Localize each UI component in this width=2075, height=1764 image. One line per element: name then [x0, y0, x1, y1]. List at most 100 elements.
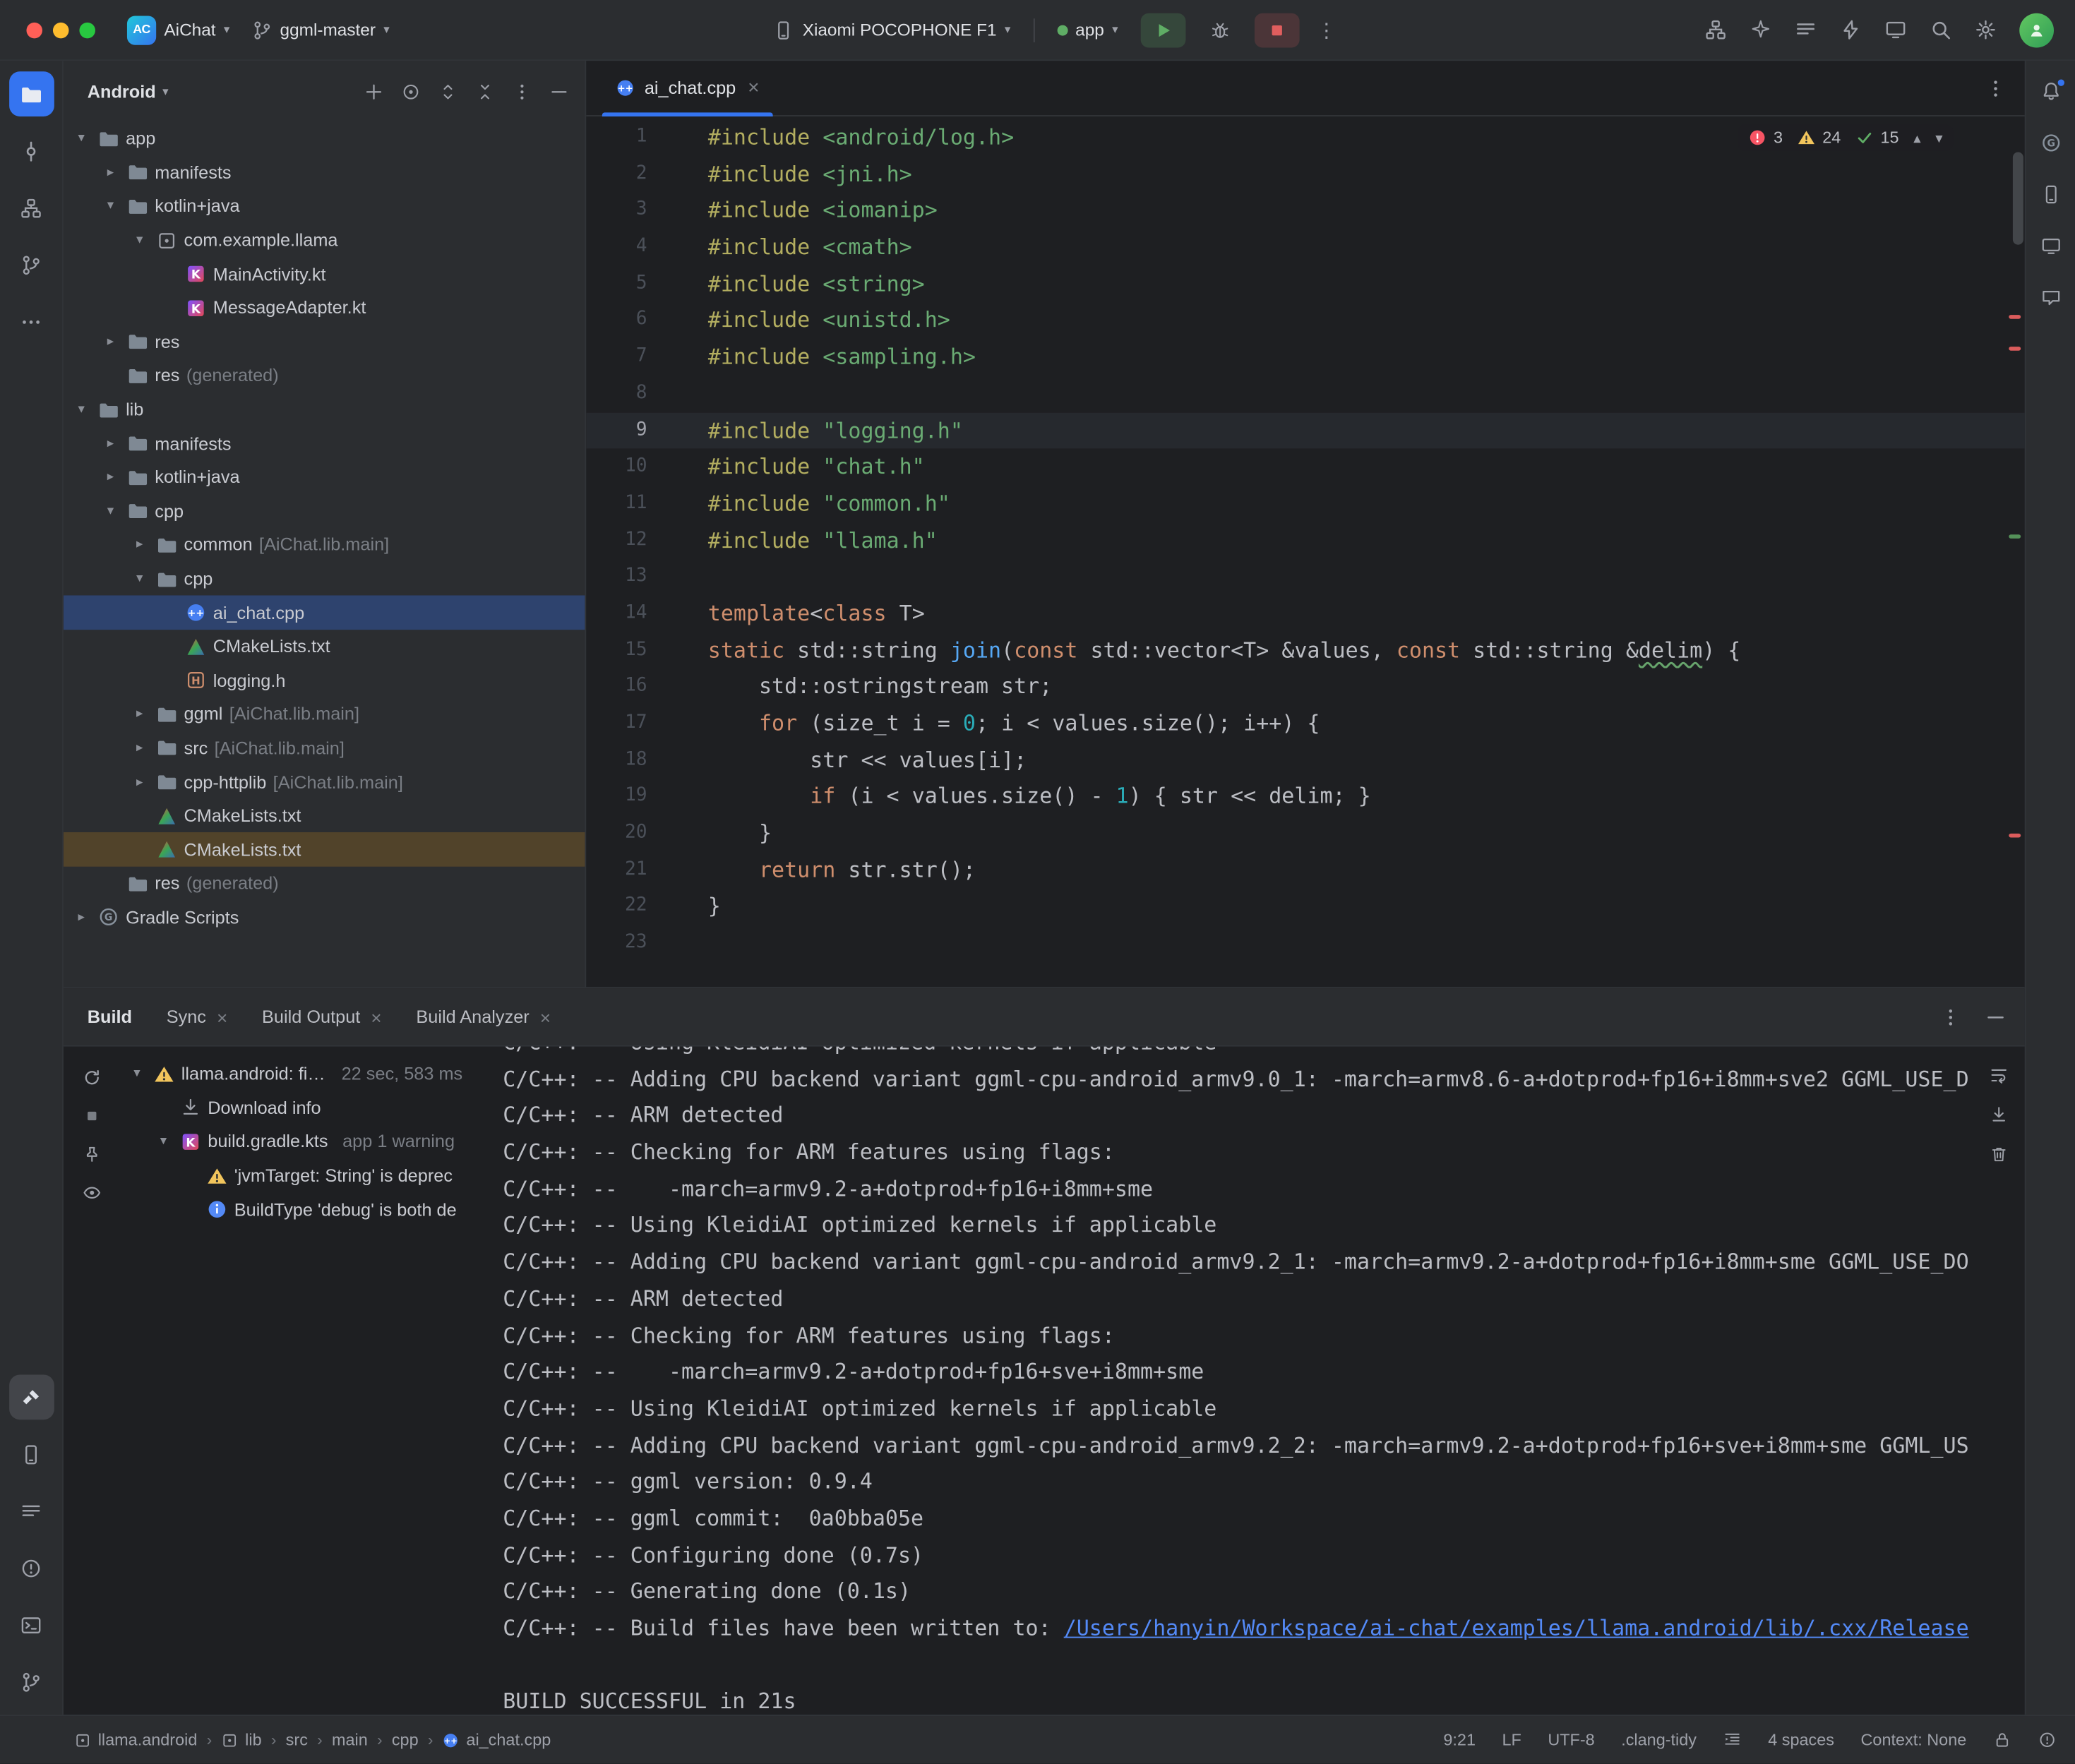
tree-item-manifests[interactable]: ▸manifests [64, 426, 585, 460]
logcat-button[interactable] [1795, 18, 1817, 41]
next-problem-button[interactable]: ▾ [1935, 129, 1942, 146]
tree-item-gradle-scripts[interactable]: ▸Gradle Scripts [64, 901, 585, 935]
chevron-down-icon[interactable]: ▾ [153, 1134, 173, 1149]
rerun-build-button[interactable] [81, 1068, 101, 1088]
indent-size[interactable]: 4 spaces [1768, 1731, 1834, 1749]
chevron-right-icon[interactable]: ▸ [130, 775, 150, 790]
chevron-down-icon[interactable]: ▾ [130, 572, 150, 587]
tree-item-cmakelists-txt[interactable]: CMakeLists.txt [64, 833, 585, 867]
panel-options-button[interactable] [512, 81, 532, 101]
chevron-down-icon[interactable]: ▾ [100, 504, 120, 519]
warning-count[interactable]: 24 [1798, 128, 1841, 147]
breadcrumb-llama-android[interactable]: llama.android [74, 1731, 197, 1749]
device-mirroring-button[interactable] [1884, 18, 1907, 41]
tab-build-output[interactable]: Build Output× [262, 1006, 382, 1027]
tree-item-lib[interactable]: ▾lib [64, 392, 585, 426]
indent-options-button[interactable] [1723, 1731, 1742, 1749]
chevron-right-icon[interactable]: ▸ [100, 436, 120, 451]
build-tree-item-download-info[interactable]: Download info [119, 1091, 490, 1125]
zoom-window-button[interactable] [79, 22, 95, 37]
code-style-config[interactable]: .clang-tidy [1621, 1731, 1697, 1749]
inspections-widget[interactable]: 3 24 15 ▴ ▾ [1738, 124, 1953, 150]
run-button[interactable] [1140, 13, 1185, 47]
tree-item-messageadapter-kt[interactable]: MessageAdapter.kt [64, 291, 585, 325]
editor-scrollbar[interactable] [2013, 152, 2023, 245]
project-tree[interactable]: ▾app▸manifests▾kotlin+java▾com.example.l… [64, 121, 585, 987]
notifications-button[interactable] [2038, 1731, 2057, 1749]
build-options-button[interactable] [1940, 1006, 1961, 1027]
locate-file-button[interactable] [401, 81, 421, 101]
tree-item-manifests[interactable]: ▸manifests [64, 155, 585, 189]
chevron-right-icon[interactable]: ▸ [100, 335, 120, 349]
stop-button[interactable] [1255, 13, 1300, 47]
tree-item-ai-chat-cpp[interactable]: ai_chat.cpp [64, 596, 585, 630]
close-icon[interactable]: × [748, 77, 759, 100]
more-tool-windows-button[interactable] [8, 299, 54, 344]
breadcrumb-ai-chat-cpp[interactable]: ai_chat.cpp [443, 1731, 551, 1749]
build-tree-item-jvmtarget-string-is-deprec[interactable]: 'jvmTarget: String' is deprec [119, 1159, 490, 1193]
tree-item-kotlin-java[interactable]: ▾kotlin+java [64, 189, 585, 223]
tree-item-com-example-llama[interactable]: ▾com.example.llama [64, 223, 585, 257]
view-options-button[interactable] [81, 1183, 101, 1203]
project-view-selector[interactable]: Android [88, 81, 156, 101]
close-icon[interactable]: × [540, 1006, 551, 1027]
user-avatar[interactable] [2019, 13, 2054, 47]
tree-item-mainactivity-kt[interactable]: MainActivity.kt [64, 257, 585, 291]
lock-button[interactable] [1993, 1731, 2011, 1749]
breadcrumb-cpp[interactable]: cpp [392, 1731, 419, 1749]
clear-all-button[interactable] [1989, 1144, 2009, 1164]
notifications-button[interactable] [2031, 71, 2070, 111]
close-icon[interactable]: × [217, 1006, 227, 1027]
tree-item-res[interactable]: ▸res [64, 325, 585, 359]
cursor-position[interactable]: 9:21 [1443, 1731, 1476, 1749]
build-tree-item-llama-android-finished[interactable]: ▾llama.android: finished22 sec, 583 ms [119, 1057, 490, 1091]
line-separator[interactable]: LF [1502, 1731, 1521, 1749]
error-count[interactable]: 3 [1748, 128, 1783, 147]
build-console[interactable]: C/C++: -- Using KleidiAI optimized kerne… [490, 1047, 2025, 1715]
tree-item-cmakelists-txt[interactable]: CMakeLists.txt [64, 630, 585, 664]
chevron-down-icon[interactable]: ▾ [71, 402, 91, 417]
structure-button[interactable] [8, 185, 54, 230]
chevron-down-icon[interactable]: ▾ [130, 233, 150, 248]
problems-button[interactable] [8, 1545, 54, 1590]
chevron-right-icon[interactable]: ▸ [130, 741, 150, 756]
previous-problem-button[interactable]: ▴ [1913, 129, 1920, 146]
chevron-down-icon[interactable]: ▾ [127, 1067, 147, 1081]
code-editor[interactable]: 1#include <android/log.h>2#include <jni.… [586, 116, 2024, 987]
device-explorer-button[interactable] [8, 1432, 54, 1477]
commit-button[interactable] [8, 128, 54, 174]
editor-tab-ai-chat-cpp[interactable]: ai_chat.cpp × [599, 61, 775, 115]
tab-sync[interactable]: Sync× [167, 1006, 228, 1027]
file-encoding[interactable]: UTF-8 [1548, 1731, 1594, 1749]
passed-count[interactable]: 15 [1855, 128, 1899, 147]
stop-build-button[interactable] [81, 1106, 101, 1126]
build-tree-item-buildtype-debug-is-both-de[interactable]: BuildType 'debug' is both de [119, 1193, 490, 1227]
tab-build-analyzer[interactable]: Build Analyzer× [416, 1006, 551, 1027]
scroll-to-end-button[interactable] [1989, 1105, 2009, 1124]
chevron-right-icon[interactable]: ▸ [71, 910, 91, 925]
pin-tab-button[interactable] [81, 1144, 101, 1164]
minimize-window-button[interactable] [53, 22, 68, 37]
build-result-tree[interactable]: ▾llama.android: finished22 sec, 583 msDo… [119, 1047, 490, 1715]
collapse-all-button[interactable] [475, 81, 495, 101]
profiler-button[interactable] [1839, 18, 1862, 41]
chevron-right-icon[interactable]: ▸ [100, 165, 120, 180]
settings-button[interactable] [1975, 18, 1997, 41]
expand-all-button[interactable] [438, 81, 458, 101]
project-selector[interactable]: AC AiChat ▾ [116, 10, 240, 49]
device-selector[interactable]: Xiaomi POCOPHONE F1 ▾ [763, 14, 1021, 46]
terminal-button[interactable] [8, 1602, 54, 1648]
run-configuration-selector[interactable]: app ▾ [1046, 15, 1129, 45]
chevron-down-icon[interactable]: ▾ [100, 199, 120, 214]
build-tool-window-title[interactable]: Build [88, 1007, 132, 1026]
tree-item-common[interactable]: ▸common [AiChat.lib.main] [64, 528, 585, 562]
breadcrumb-main[interactable]: main [332, 1731, 368, 1749]
tree-item-cpp-httplib[interactable]: ▸cpp-httplib [AiChat.lib.main] [64, 765, 585, 799]
layout-inspector-button[interactable] [1704, 18, 1727, 41]
tree-item-app[interactable]: ▾app [64, 121, 585, 155]
add-button[interactable] [364, 81, 383, 101]
logcat-tool-button[interactable] [8, 1489, 54, 1534]
breadcrumb-src[interactable]: src [286, 1731, 308, 1749]
build-tree-item-build-gradle-kts[interactable]: ▾build.gradle.ktsapp 1 warning [119, 1125, 490, 1159]
chevron-right-icon[interactable]: ▸ [130, 707, 150, 722]
